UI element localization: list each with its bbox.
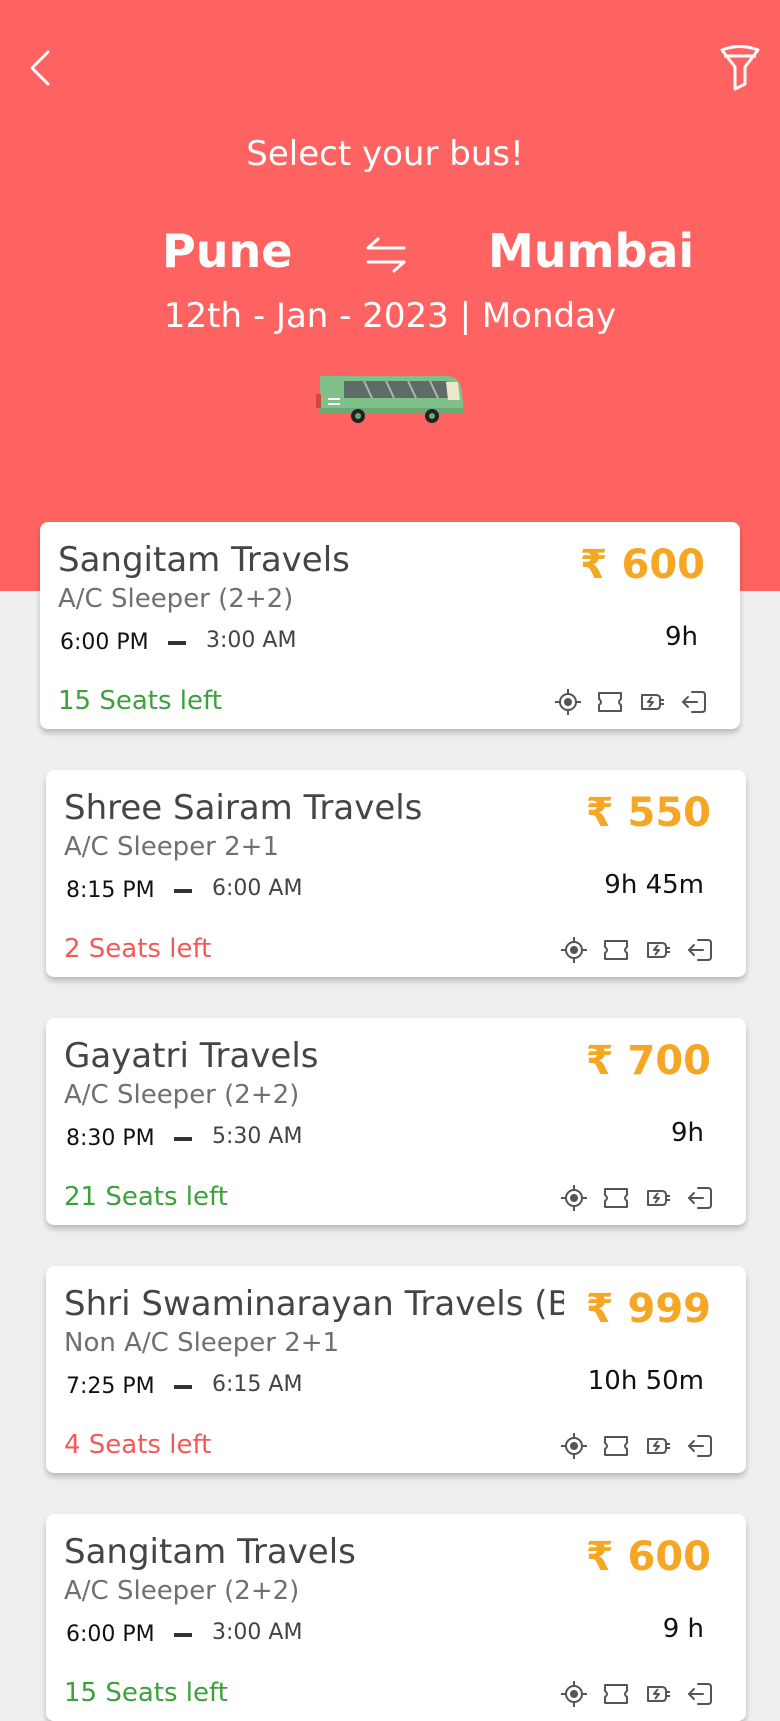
header: Select your bus! Pune Mumbai 12th - Jan … bbox=[0, 0, 780, 591]
fare-price: ₹ 700 bbox=[585, 1038, 711, 1084]
journey-duration: 9h bbox=[670, 1118, 704, 1148]
charging-icon bbox=[644, 1184, 672, 1212]
destination-city: Mumbai bbox=[488, 224, 695, 278]
seats-left: 2 Seats left bbox=[64, 934, 212, 964]
gps-tracking-icon bbox=[560, 1184, 588, 1212]
chevron-left-icon bbox=[30, 50, 50, 86]
bus-type: A/C Sleeper 2+1 bbox=[64, 832, 280, 862]
gps-tracking-icon bbox=[560, 1432, 588, 1460]
fare-price: ₹ 999 bbox=[585, 1286, 711, 1332]
fare-price: ₹ 600 bbox=[585, 1534, 711, 1580]
seats-left: 21 Seats left bbox=[64, 1182, 228, 1212]
journey-duration: 9 h bbox=[662, 1614, 704, 1644]
departure-time: 7:25 PM bbox=[66, 1374, 155, 1399]
arrival-time: 6:00 AM bbox=[212, 876, 303, 901]
arrival-time: 3:00 AM bbox=[212, 1620, 303, 1645]
seats-left: 4 Seats left bbox=[64, 1430, 212, 1460]
amenities-list bbox=[560, 1680, 714, 1708]
exit-icon bbox=[680, 688, 708, 716]
fare-price: ₹ 550 bbox=[585, 790, 711, 836]
operator-name: Gayatri Travels bbox=[64, 1036, 319, 1076]
gps-tracking-icon bbox=[560, 1680, 588, 1708]
ticket-icon bbox=[602, 1432, 630, 1460]
filter-icon bbox=[720, 45, 760, 91]
ticket-icon bbox=[596, 688, 624, 716]
ticket-icon bbox=[602, 936, 630, 964]
bus-card[interactable]: Shri Swaminarayan Travels (Bh.. Non A/C … bbox=[46, 1266, 746, 1473]
bus-card[interactable]: Shree Sairam Travels A/C Sleeper 2+1 8:1… bbox=[46, 770, 746, 977]
time-separator bbox=[174, 1385, 192, 1389]
time-separator bbox=[174, 889, 192, 893]
bus-type: Non A/C Sleeper 2+1 bbox=[64, 1328, 340, 1358]
journey-duration: 9h bbox=[664, 622, 698, 652]
back-button[interactable] bbox=[10, 38, 70, 98]
page-title: Select your bus! bbox=[246, 134, 524, 174]
seats-left: 15 Seats left bbox=[58, 686, 222, 716]
departure-time: 8:15 PM bbox=[66, 878, 155, 903]
charging-icon bbox=[644, 1680, 672, 1708]
exit-icon bbox=[686, 1680, 714, 1708]
charging-icon bbox=[644, 936, 672, 964]
journey-duration: 9h 45m bbox=[604, 870, 704, 900]
travel-date: 12th - Jan - 2023 | Monday bbox=[163, 296, 617, 336]
bus-type: A/C Sleeper (2+2) bbox=[58, 584, 294, 614]
fare-price: ₹ 600 bbox=[579, 542, 705, 588]
arrival-time: 3:00 AM bbox=[206, 628, 297, 653]
bus-illustration bbox=[316, 376, 464, 423]
ticket-icon bbox=[602, 1680, 630, 1708]
arrival-time: 6:15 AM bbox=[212, 1372, 303, 1397]
bus-type: A/C Sleeper (2+2) bbox=[64, 1080, 300, 1110]
ticket-icon bbox=[602, 1184, 630, 1212]
amenities-list bbox=[560, 1184, 714, 1212]
bus-card[interactable]: Sangitam Travels A/C Sleeper (2+2) 6:00 … bbox=[40, 522, 740, 729]
operator-name: Sangitam Travels bbox=[64, 1532, 356, 1572]
bus-card[interactable]: Gayatri Travels A/C Sleeper (2+2) 8:30 P… bbox=[46, 1018, 746, 1225]
amenities-list bbox=[560, 1432, 714, 1460]
time-separator bbox=[168, 641, 186, 645]
operator-name: Shree Sairam Travels bbox=[64, 788, 423, 828]
operator-name: Sangitam Travels bbox=[58, 540, 350, 580]
charging-icon bbox=[644, 1432, 672, 1460]
bus-type: A/C Sleeper (2+2) bbox=[64, 1576, 300, 1606]
arrival-time: 5:30 AM bbox=[212, 1124, 303, 1149]
filter-button[interactable] bbox=[710, 38, 770, 98]
amenities-list bbox=[554, 688, 708, 716]
time-separator bbox=[174, 1633, 192, 1637]
exit-icon bbox=[686, 1184, 714, 1212]
seats-left: 15 Seats left bbox=[64, 1678, 228, 1708]
departure-time: 6:00 PM bbox=[66, 1622, 155, 1647]
departure-time: 8:30 PM bbox=[66, 1126, 155, 1151]
bus-card[interactable]: Sangitam Travels A/C Sleeper (2+2) 6:00 … bbox=[46, 1514, 746, 1721]
operator-name: Shri Swaminarayan Travels (Bh.. bbox=[64, 1284, 564, 1324]
gps-tracking-icon bbox=[560, 936, 588, 964]
journey-duration: 10h 50m bbox=[587, 1366, 704, 1396]
gps-tracking-icon bbox=[554, 688, 582, 716]
origin-city: Pune bbox=[162, 224, 293, 278]
departure-time: 6:00 PM bbox=[60, 630, 149, 655]
exit-icon bbox=[686, 936, 714, 964]
time-separator bbox=[174, 1137, 192, 1141]
swap-arrows-icon[interactable] bbox=[364, 236, 408, 276]
amenities-list bbox=[560, 936, 714, 964]
exit-icon bbox=[686, 1432, 714, 1460]
charging-icon bbox=[638, 688, 666, 716]
